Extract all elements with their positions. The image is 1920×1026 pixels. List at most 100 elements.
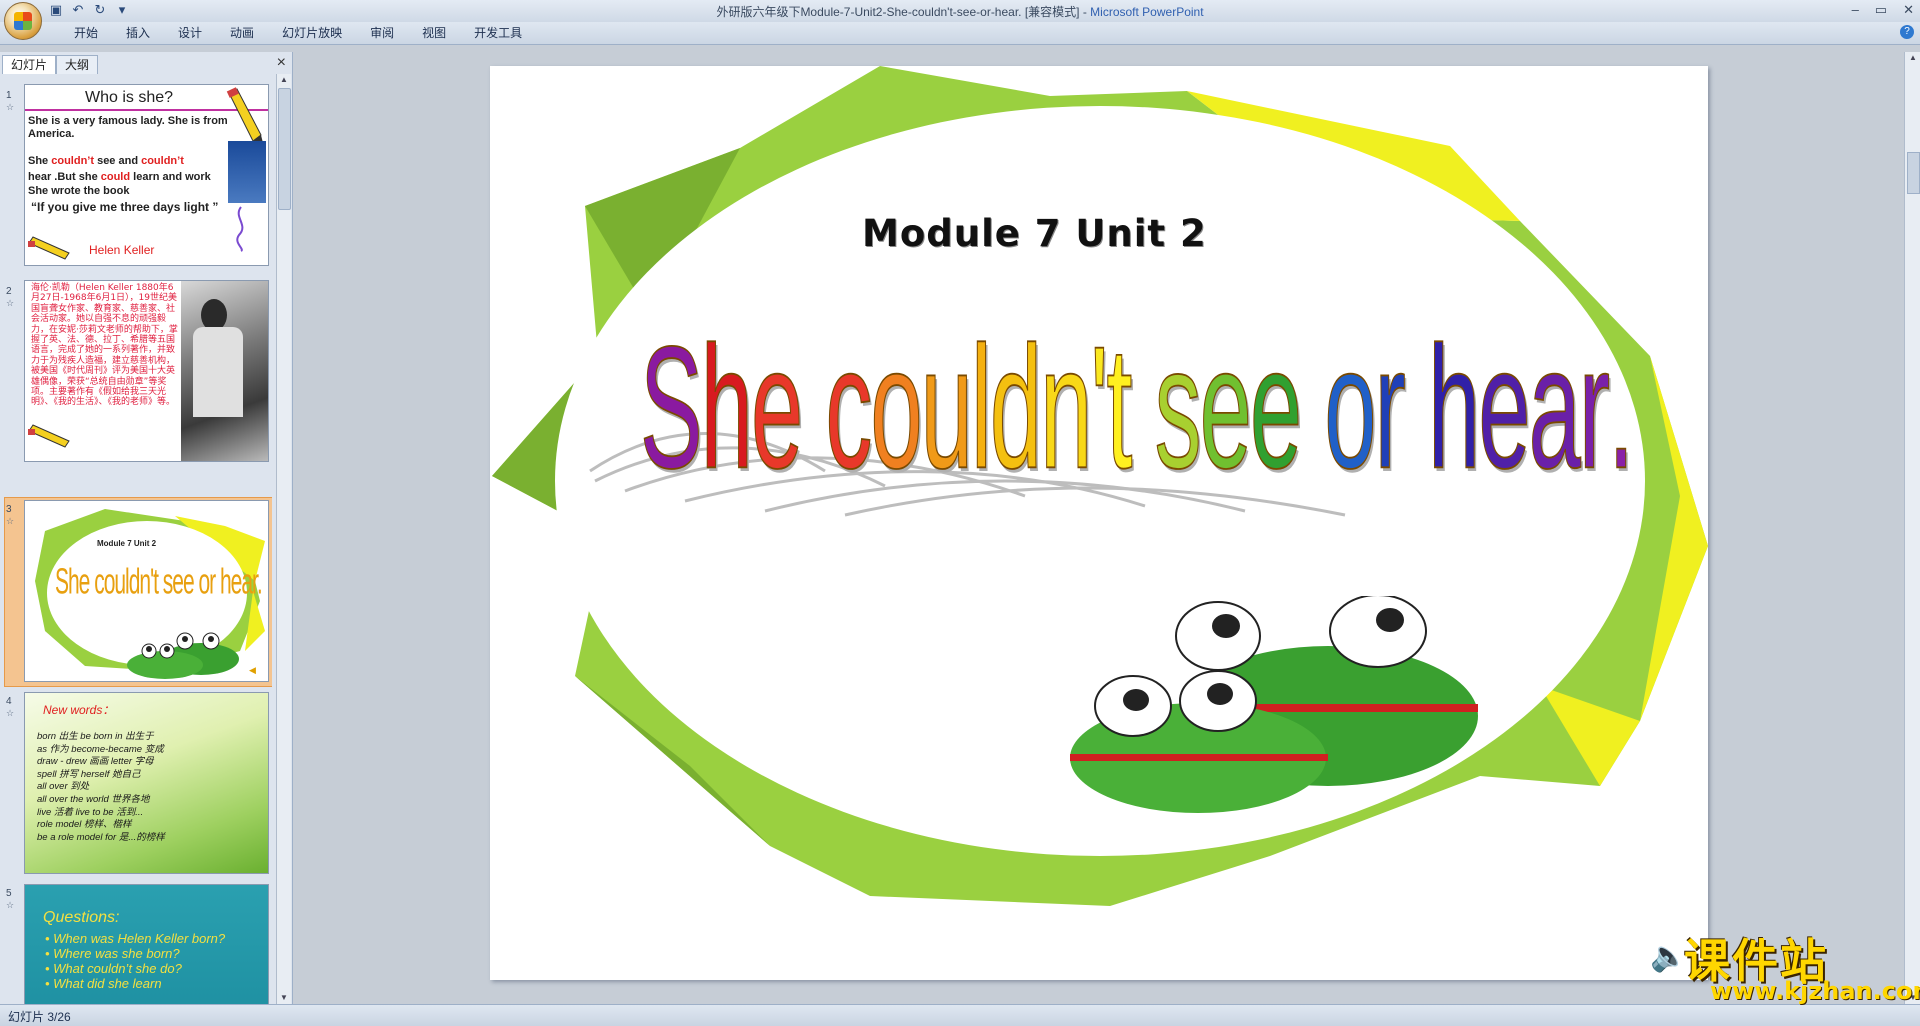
pencil-icon xyxy=(28,236,70,260)
slide-thumbnail-5[interactable]: Questions: • When was Helen Keller born?… xyxy=(24,884,269,1004)
slide-thumbnail-4[interactable]: New words： born 出生 be born in 出生于 as 作为 … xyxy=(24,692,269,874)
title-letter: s xyxy=(1154,309,1202,505)
speaker-icon: 🔈 xyxy=(1650,940,1688,973)
photo-image xyxy=(181,281,268,461)
tab-insert[interactable]: 插入 xyxy=(112,25,164,41)
title-letter: c xyxy=(825,309,873,505)
minimize-icon[interactable]: – xyxy=(1852,2,1859,18)
frog-image xyxy=(1070,596,1478,813)
title-letter: e xyxy=(1199,309,1252,505)
thumb-text: hear .But she could learn and work xyxy=(28,171,211,183)
panel-scrollbar[interactable]: ▲ ▼ xyxy=(276,74,291,1004)
title-letter: ' xyxy=(1090,309,1109,505)
title-letter: n xyxy=(1040,309,1093,505)
close-panel-icon[interactable]: × xyxy=(277,54,286,72)
thumbnail-list: 1 ☆ Who is she? She is a very famous lad… xyxy=(0,74,272,1004)
ribbon: 开始 插入 设计 动画 幻灯片放映 审阅 视图 开发工具 ? xyxy=(0,22,1920,45)
scroll-thumb[interactable] xyxy=(1907,152,1920,194)
watermark-url: www.kjzhan.com xyxy=(1710,977,1920,1005)
thumb-text: “If you give me three days light ” xyxy=(31,200,219,214)
thumb-word-list: born 出生 be born in 出生于 as 作为 become-beca… xyxy=(37,731,165,843)
title-letter: h xyxy=(700,309,753,505)
title-letter: r xyxy=(1374,309,1406,505)
animation-star-icon: ☆ xyxy=(6,516,15,526)
slide-number: 2 xyxy=(6,286,12,297)
title-letter xyxy=(1300,308,1324,508)
thumb-text: New words： xyxy=(43,703,115,717)
title-letter: e xyxy=(750,309,803,505)
animation-star-icon: ☆ xyxy=(6,298,15,308)
thumb-text: She couldn't see or hear. xyxy=(55,563,263,603)
title-letter xyxy=(801,308,825,508)
title-letter: e xyxy=(1249,309,1302,505)
frog-image xyxy=(127,632,239,679)
pencil-icon xyxy=(28,424,70,448)
scroll-up-icon[interactable]: ▲ xyxy=(1907,52,1919,64)
title-letter: l xyxy=(970,309,992,505)
thumb-title: Who is she? xyxy=(85,89,174,106)
slide-number: 4 xyxy=(6,696,12,707)
title-bar: ▣ ↶ ↻ ▾ 外研版六年级下Module-7-Unit2-She-couldn… xyxy=(0,0,1920,40)
pencil-icon xyxy=(226,87,263,143)
slide-number: 5 xyxy=(6,888,12,899)
maximize-icon[interactable]: ▭ xyxy=(1875,2,1887,18)
slide-thumbnail-2[interactable]: 海伦·凯勒（Helen Keller 1880年6月27日-1968年6月1日）… xyxy=(24,280,269,462)
panel-tabs: 幻灯片 大纲 × xyxy=(2,53,290,74)
title-letter: d xyxy=(989,309,1042,505)
office-button[interactable] xyxy=(4,2,42,40)
thumb-text: Questions: xyxy=(43,909,120,926)
slide-title: She c o u l d n ' t see or hear. xyxy=(640,194,1640,509)
title-letter: e xyxy=(1478,309,1531,505)
title-letter: o xyxy=(870,309,923,505)
main-scrollbar[interactable]: ▲ ▼ xyxy=(1904,52,1920,1004)
tab-slides[interactable]: 幻灯片 xyxy=(2,55,57,74)
title-letter: r xyxy=(1578,309,1610,505)
tab-review[interactable]: 审阅 xyxy=(356,25,408,41)
book-cover-image xyxy=(228,141,266,203)
slide-number: 3 xyxy=(6,504,12,515)
tab-outline[interactable]: 大纲 xyxy=(56,55,99,74)
tab-home[interactable]: 开始 xyxy=(60,25,112,41)
thumb-text: She wrote the book xyxy=(28,185,130,197)
tab-developer[interactable]: 开发工具 xyxy=(460,25,536,41)
help-icon[interactable]: ? xyxy=(1900,25,1914,39)
thumb-text: 海伦·凯勒（Helen Keller 1880年6月27日-1968年6月1日）… xyxy=(31,283,178,408)
scroll-up-icon[interactable]: ▲ xyxy=(278,74,290,86)
tab-animation[interactable]: 动画 xyxy=(216,25,268,41)
animation-star-icon: ☆ xyxy=(6,900,15,910)
title-letter: u xyxy=(920,309,973,505)
window-title: 外研版六年级下Module-7-Unit2-She-couldn't-see-o… xyxy=(716,5,1204,19)
title-letter: S xyxy=(640,309,704,505)
slide-counter: 幻灯片 3/26 xyxy=(8,1010,71,1024)
animation-star-icon: ☆ xyxy=(6,708,15,718)
sound-icon: ◀ xyxy=(249,665,256,675)
slide-workspace: Module 7 Unit 2 She c o u l d n ' t see or hear… xyxy=(294,52,1902,1004)
main-slide[interactable]: Module 7 Unit 2 She c o u l d n ' t see or hear… xyxy=(490,66,1708,980)
thumb-text: Module 7 Unit 2 xyxy=(97,539,157,548)
title-letter xyxy=(1404,308,1428,508)
close-window-icon[interactable]: ✕ xyxy=(1903,2,1914,18)
title-letter: o xyxy=(1324,309,1377,505)
tab-slideshow[interactable]: 幻灯片放映 xyxy=(268,25,356,41)
office-logo-icon xyxy=(14,12,32,30)
status-bar: 幻灯片 3/26 xyxy=(0,1004,1920,1026)
ribbon-tabs: 开始 插入 设计 动画 幻灯片放映 审阅 视图 开发工具 xyxy=(60,25,536,41)
title-letter: . xyxy=(1608,309,1635,505)
thumb-text: She is a very famous lady. She is from A… xyxy=(28,115,228,140)
title-letter xyxy=(1130,308,1154,508)
tab-view[interactable]: 视图 xyxy=(408,25,460,41)
title-letter: a xyxy=(1528,309,1581,505)
tab-design[interactable]: 设计 xyxy=(164,25,216,41)
slide-thumbnail-3[interactable]: Module 7 Unit 2 She couldn't see or hear… xyxy=(24,500,269,682)
title-letter: t xyxy=(1106,309,1133,505)
scroll-thumb[interactable] xyxy=(278,88,291,210)
scroll-down-icon[interactable]: ▼ xyxy=(278,992,290,1004)
title-letter: h xyxy=(1428,309,1481,505)
window-controls: – ▭ ✕ xyxy=(1852,2,1914,18)
slide-thumbnail-1[interactable]: Who is she? She is a very famous lady. S… xyxy=(24,84,269,266)
animation-star-icon: ☆ xyxy=(6,102,15,112)
decorative-curl-icon xyxy=(236,206,244,252)
slide-number: 1 xyxy=(6,90,12,101)
watermark-logo: 🔈 课件站 www.kjzhan.com xyxy=(1650,925,1920,1005)
thumb-question-list: • When was Helen Keller born? • Where wa… xyxy=(45,931,226,991)
